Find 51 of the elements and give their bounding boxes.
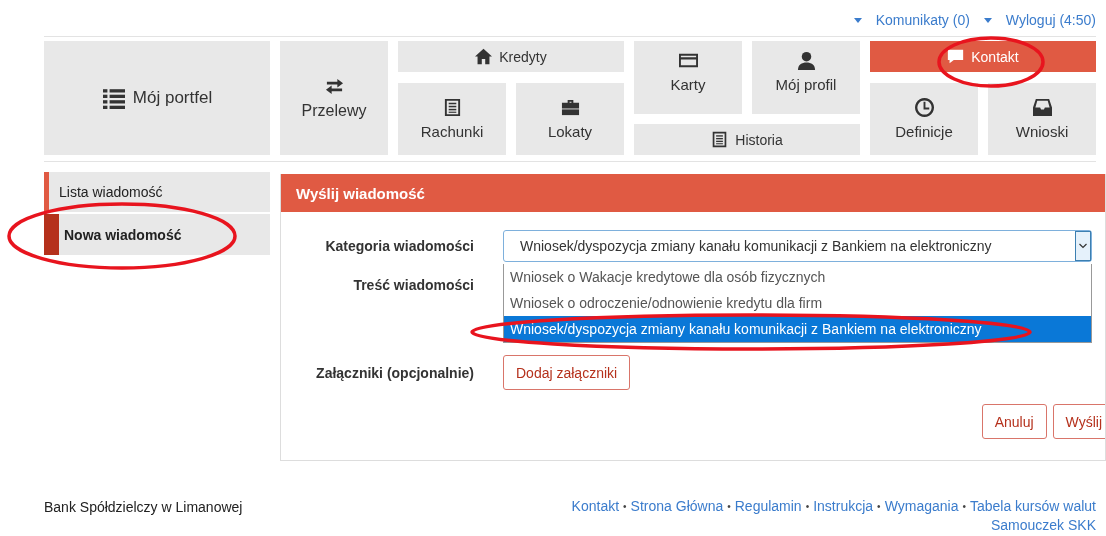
separator-dot: • — [805, 500, 810, 512]
card-icon — [678, 51, 698, 70]
person-icon — [796, 51, 816, 70]
add-attachments-button[interactable]: Dodaj załączniki — [503, 355, 631, 390]
panel-title: Wyślij wiadomość — [296, 184, 425, 202]
home-icon — [475, 48, 493, 65]
sidebar-item[interactable]: Lista wiadomość — [44, 172, 270, 212]
inbox-icon — [1032, 97, 1052, 117]
footer-link[interactable]: Samouczek SKK — [990, 517, 1096, 533]
action-button[interactable]: Anuluj — [981, 404, 1047, 439]
footer-link[interactable]: Regulamin — [734, 498, 802, 514]
nav-tile[interactable]: Przelewy — [280, 41, 388, 155]
clock-icon — [914, 97, 934, 117]
footer-link[interactable]: Instrukcja — [813, 498, 874, 514]
nav-tile[interactable]: Karty — [634, 41, 742, 114]
footer-link[interactable]: Wymagania — [884, 498, 959, 514]
nav-tile[interactable]: Historia — [634, 124, 860, 155]
action-button[interactable]: Wyślij — [1052, 404, 1105, 439]
nav-tile[interactable]: Mój portfel — [44, 41, 270, 155]
field-label: Kategoria wiadomości — [324, 237, 474, 254]
footer-link[interactable]: Strona Główna — [630, 498, 724, 514]
dropdown-option[interactable]: Wniosek o Wakacje kredytowe dla osób fizycznych — [504, 264, 1091, 290]
nav-tile[interactable]: Definicje — [870, 82, 978, 155]
arrows-icon — [324, 76, 344, 96]
nav-tile[interactable]: Lokaty — [516, 82, 624, 155]
footer-link[interactable]: Kontakt — [571, 498, 620, 514]
dropdown-option[interactable]: Wniosek o odroczenie/odnowienie kredytu dla firm — [504, 290, 1091, 316]
document-icon — [711, 131, 729, 148]
nav-tile[interactable]: Kontakt — [870, 41, 1096, 72]
top-link[interactable]: Wyloguj (4:50) — [1005, 12, 1096, 28]
chat-icon — [947, 48, 965, 65]
separator-dot: • — [962, 500, 966, 512]
footer-link[interactable]: Tabela kursów walut — [969, 498, 1096, 514]
list-icon — [101, 87, 126, 109]
briefcase-icon — [560, 97, 580, 117]
caret-icon[interactable] — [853, 17, 862, 23]
document-icon — [442, 97, 462, 117]
category-select[interactable]: Wniosek/dyspozycja zmiany kanału komunikacji z Bankiem na elektroniczny — [503, 230, 1092, 262]
separator-dot: • — [877, 500, 881, 512]
sidebar-item[interactable]: Nowa wiadomość — [44, 214, 270, 255]
caret-icon[interactable] — [983, 17, 992, 23]
nav-tile[interactable]: Mój profil — [752, 41, 860, 114]
top-link[interactable]: Komunikaty (0) — [875, 12, 970, 28]
bank-name: Bank Spółdzielczy w Limanowej — [44, 499, 243, 515]
nav-tile[interactable]: Kredyty — [398, 41, 624, 72]
nav-tile[interactable]: Rachunki — [398, 82, 506, 155]
field-label: Treść wiadomości — [352, 276, 474, 293]
separator-dot: • — [623, 500, 627, 512]
nav-tile[interactable]: Wnioski — [988, 82, 1096, 155]
separator-dot: • — [727, 500, 731, 512]
field-label: Załączniki (opcjonalnie) — [315, 364, 474, 381]
